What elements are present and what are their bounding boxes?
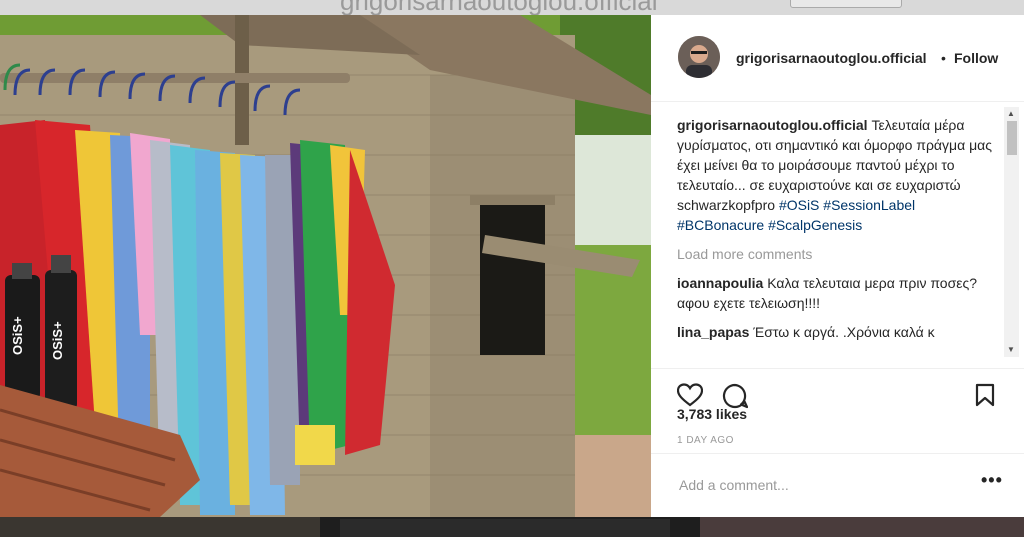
scroll-up-arrow-icon[interactable]: ▲ [1007,109,1015,118]
post-photo-illustration: OSiS+ OSiS+ [0,15,651,517]
add-comment-input[interactable] [677,476,961,494]
avatar-image [678,36,720,78]
browser-top-strip: grigorisarnaoutoglou.official [0,0,1024,15]
comment-author[interactable]: ioannapoulia [677,275,763,291]
hashtag-link[interactable]: #SessionLabel [823,197,915,213]
comment-author[interactable]: lina_papas [677,324,749,340]
header-username[interactable]: grigorisarnaoutoglou.official [736,50,927,66]
scrollbar-thumb[interactable] [1007,121,1017,155]
bottle-label-left: OSiS+ [10,316,25,355]
hashtag-link[interactable]: #BCBonacure [677,217,764,233]
separator-dot: • [941,50,946,66]
likes-count[interactable]: 3,783 likes [677,406,747,422]
hashtag-link[interactable]: #OSiS [779,197,819,213]
post-sidebar: grigorisarnaoutoglou.official • Follow g… [651,15,1024,517]
follow-button[interactable]: Follow [954,50,998,66]
comments-list[interactable]: grigorisarnaoutoglou.official Τελευταία … [677,115,997,368]
post-photo[interactable]: OSiS+ OSiS+ [0,15,651,517]
bottle-label-right: OSiS+ [50,321,65,360]
comment-item: lina_papas Έστω κ αργά. .Χρόνια καλά κ [677,322,997,342]
bottom-thumb-center [340,519,670,537]
hashtag-link[interactable]: #ScalpGenesis [768,217,862,233]
avatar[interactable] [678,36,720,78]
load-more-comments[interactable]: Load more comments [677,244,997,264]
scroll-down-arrow-icon[interactable]: ▼ [1007,345,1015,354]
bottom-thumb-left [0,517,320,537]
post-header: grigorisarnaoutoglou.official • Follow [651,15,1024,102]
bottom-thumb-right [700,517,1024,537]
caption: grigorisarnaoutoglou.official Τελευταία … [677,115,997,235]
bottom-page-strip [0,517,1024,537]
comment-text: Έστω κ αργά. .Χρόνια καλά κ [753,324,935,340]
ghost-button [790,0,902,8]
comment-item: ioannapoulia Καλα τελευταια μερα πριν πο… [677,273,997,313]
bookmark-icon[interactable] [975,383,995,412]
caption-author[interactable]: grigorisarnaoutoglou.official [677,117,868,133]
action-bar [651,368,1024,409]
post-timestamp[interactable]: 1 DAY AGO [677,435,734,446]
more-icon[interactable]: ••• [981,470,1003,491]
ghost-title: grigorisarnaoutoglou.official [340,0,658,15]
add-comment-bar: ••• [651,453,1024,518]
